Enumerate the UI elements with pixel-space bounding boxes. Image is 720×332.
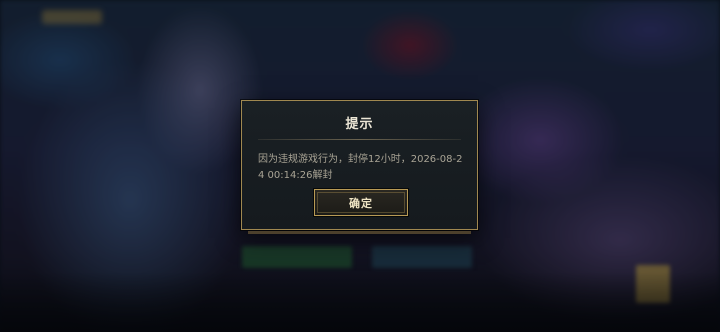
confirm-button[interactable]: 确定 (313, 188, 409, 217)
ban-notice-dialog: 提示 因为违规游戏行为，封停12小时，2026-08-24 00:14:26解封… (241, 100, 478, 234)
confirm-button-label: 确定 (349, 196, 373, 210)
dialog-title: 提示 (345, 117, 374, 132)
title-divider (258, 139, 461, 140)
dialog-message: 因为违规游戏行为，封停12小时，2026-08-24 00:14:26解封 (258, 154, 463, 181)
